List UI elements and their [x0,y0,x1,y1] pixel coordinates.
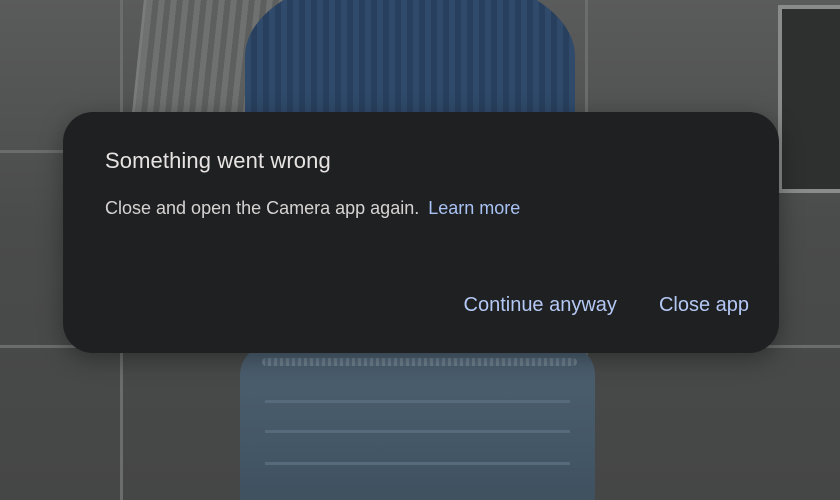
dialog-actions: Continue anyway Close app [464,294,750,317]
face-mask-fold [265,400,570,403]
error-dialog: Something went wrong Close and open the … [63,112,779,353]
dialog-title: Something went wrong [105,148,331,173]
close-app-button[interactable]: Close app [659,294,749,317]
camera-screen: Something went wrong Close and open the … [0,0,840,500]
face-mask-fold [265,430,570,433]
dialog-message-text: Close and open the Camera app again. [105,198,420,218]
dialog-message: Close and open the Camera app again. Lea… [105,198,520,219]
ceiling-vent [778,5,840,193]
continue-anyway-button[interactable]: Continue anyway [464,294,617,317]
face-mask-fold [265,462,570,465]
learn-more-link[interactable]: Learn more [428,198,520,218]
face-mask-edge [262,358,577,366]
face-mask [240,345,595,500]
